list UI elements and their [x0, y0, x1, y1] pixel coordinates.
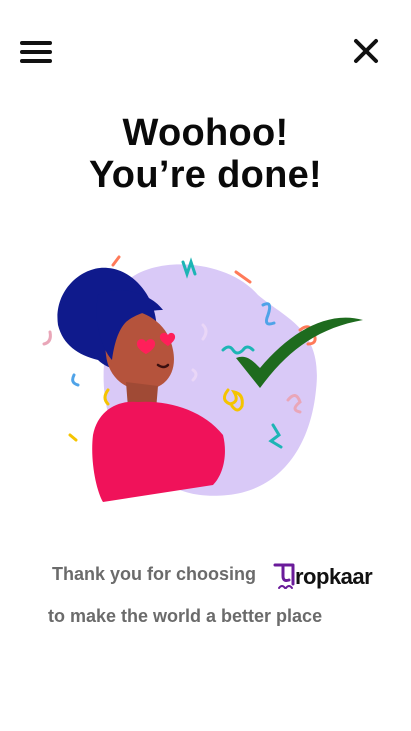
success-illustration: [42, 255, 363, 502]
confetti: [42, 330, 52, 346]
confetti: [111, 255, 121, 267]
title-line-2: You’re done!: [88, 154, 322, 196]
purpose-text: to make the world a better place: [48, 606, 323, 626]
title-line-1: Woohoo!: [122, 112, 289, 154]
close-icon[interactable]: [351, 36, 381, 66]
menu-bar-line: [20, 41, 52, 45]
menu-bar-line: [20, 59, 52, 63]
menu-bar-line: [20, 50, 52, 54]
confetti: [68, 433, 78, 442]
confetti: [71, 373, 80, 387]
top-bar: [0, 0, 411, 100]
page-title: Woohoo! You’re done!: [0, 112, 411, 196]
brand-name: ropkaar: [295, 564, 373, 589]
hamburger-menu-icon[interactable]: [18, 38, 54, 66]
thanks-text: Thank you for choosing: [52, 564, 257, 584]
